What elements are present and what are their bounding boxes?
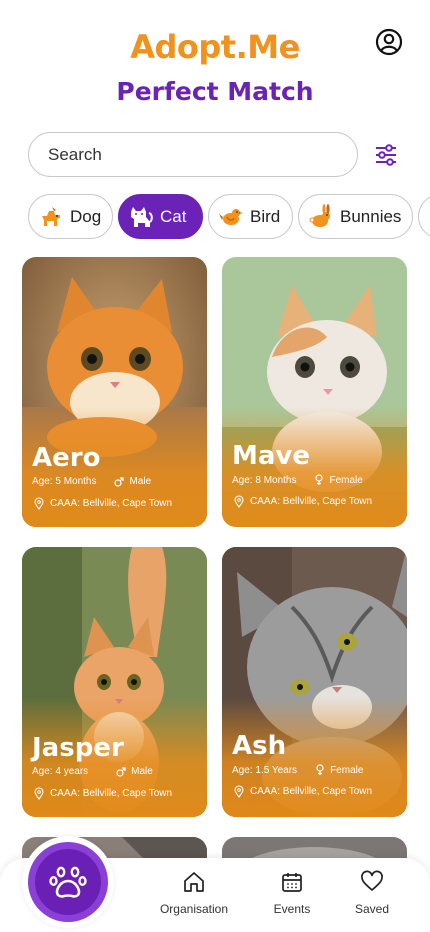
pet-location: CAAA: Bellville, Cape Town	[34, 497, 172, 510]
chip-bird[interactable]: Bird	[208, 194, 293, 239]
pet-meta: Age: 1.5 Years Female	[232, 764, 363, 776]
pet-card[interactable]: Jasper Age: 4 years Male CAAA: Bellville…	[22, 547, 207, 817]
pet-name: Ash	[232, 731, 287, 761]
chip-dog[interactable]: Dog	[28, 194, 113, 239]
home-button[interactable]	[28, 842, 108, 922]
pet-age: Age: 5 Months	[32, 476, 97, 487]
pet-gender-label: Male	[131, 766, 153, 777]
pet-meta: Age: 4 years Male	[32, 766, 153, 777]
search-input[interactable]	[28, 132, 358, 177]
filter-icon[interactable]	[373, 143, 399, 167]
pet-location: CAAA: Bellville, Cape Town	[234, 495, 372, 508]
nav-organisation[interactable]: Organisation	[152, 870, 236, 916]
pet-name: Jasper	[32, 733, 124, 763]
house-icon	[184, 872, 204, 892]
pet-location-label: CAAA: Bellville, Cape Town	[50, 788, 173, 799]
female-icon	[316, 764, 324, 775]
cat-icon	[128, 204, 154, 230]
pet-gender: Female	[315, 764, 363, 776]
calendar-icon	[282, 873, 302, 892]
pet-name: Mave	[232, 441, 310, 471]
nav-label: Saved	[354, 902, 390, 916]
male-icon	[114, 476, 125, 487]
chip-label: Cat	[160, 206, 187, 226]
location-pin-icon	[34, 787, 44, 800]
location-pin-icon	[34, 497, 44, 510]
pet-card[interactable]: Ash Age: 1.5 Years Female CAAA: Bellvill…	[222, 547, 407, 817]
bunny-icon	[308, 203, 334, 230]
chip-more[interactable]	[418, 194, 430, 239]
pet-name: Aero	[32, 443, 101, 473]
nav-events[interactable]: Events	[266, 870, 318, 916]
chip-label: Bunnies	[340, 206, 402, 226]
location-pin-icon	[234, 495, 244, 508]
pet-location-label: CAAA: Bellville, Cape Town	[50, 498, 173, 509]
nav-saved[interactable]: Saved	[350, 870, 394, 916]
pet-location-label: CAAA: Bellville, Cape Town	[250, 496, 373, 507]
pet-gender-label: Female	[330, 764, 364, 776]
app-logo: Adopt.Me	[130, 28, 300, 66]
pet-age: Age: 8 Months	[232, 474, 297, 486]
female-icon	[315, 474, 324, 485]
pet-card[interactable]: Aero Age: 5 Months Male CAAA: Bellville,…	[22, 257, 207, 527]
pet-location: CAAA: Bellville, Cape Town	[234, 785, 372, 798]
chip-label: Dog	[70, 206, 102, 226]
paw-icon	[35, 849, 101, 915]
heart-icon	[361, 870, 383, 891]
nav-label: Organisation	[159, 902, 229, 916]
pet-card[interactable]: Mave Age: 8 Months Female CAAA: Bellvill…	[222, 257, 407, 527]
pet-gender-label: Female	[329, 474, 363, 486]
pet-location-label: CAAA: Bellville, Cape Town	[250, 786, 373, 797]
male-icon	[116, 766, 126, 777]
location-pin-icon	[234, 785, 244, 798]
chip-bunnies[interactable]: Bunnies	[298, 194, 413, 239]
pet-meta: Age: 5 Months Male	[32, 476, 151, 487]
pet-meta: Age: 8 Months Female	[232, 474, 363, 486]
pet-age: Age: 4 years	[32, 766, 89, 777]
dog-icon	[38, 204, 64, 230]
bird-icon	[218, 204, 244, 230]
pet-gender: Female	[314, 474, 363, 486]
chip-cat[interactable]: Cat	[118, 194, 203, 239]
pet-gender: Male	[116, 766, 153, 777]
profile-icon[interactable]	[375, 28, 403, 56]
chip-label: Bird	[250, 206, 281, 226]
category-chips: Dog Cat Bird Bunnies	[0, 194, 430, 240]
app-header: Adopt.Me Perfect Match	[0, 0, 430, 120]
pet-age: Age: 1.5 Years	[232, 764, 298, 776]
pet-location: CAAA: Bellville, Cape Town	[34, 787, 172, 800]
nav-label: Events	[273, 902, 311, 916]
pet-gender: Male	[114, 476, 151, 487]
page-title: Perfect Match	[116, 77, 314, 106]
pet-gender-label: Male	[129, 476, 152, 487]
